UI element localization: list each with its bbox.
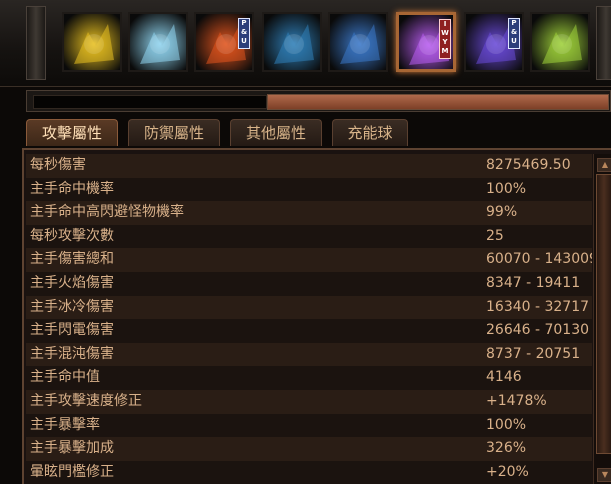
stat-value: 100% bbox=[486, 416, 527, 433]
stat-label: 主手傷害總和 bbox=[30, 251, 114, 268]
skill-lightning-figure-icon[interactable] bbox=[62, 12, 122, 72]
stat-value: +20% bbox=[486, 463, 529, 480]
stat-row: 主手傷害總和 60070 - 143009 bbox=[26, 248, 592, 272]
skill-bar: P & UI W Y MP & U bbox=[0, 0, 611, 87]
stat-row: 每秒攻擊次數 25 bbox=[26, 224, 592, 249]
stat-row: 主手暴擊加成 326% bbox=[26, 437, 592, 461]
stat-label: 每秒攻擊次數 bbox=[30, 227, 114, 244]
stat-value: 26646 - 70130 bbox=[486, 322, 590, 339]
skill-green-strike-icon[interactable] bbox=[530, 12, 590, 72]
stat-value: 100% bbox=[486, 180, 527, 197]
progress-track bbox=[267, 94, 609, 110]
stat-row: 主手攻擊速度修正 +1478% bbox=[26, 389, 592, 414]
stats-list: 每秒傷害 8275469.50 主手命中機率 100% 主手命中高閃避怪物機率 99% 每秒… bbox=[26, 154, 592, 484]
stat-label: 主手暴擊加成 bbox=[30, 440, 114, 457]
stat-row: 主手命中高閃避怪物機率 99% bbox=[26, 201, 592, 225]
scroll-down-arrow-icon[interactable]: ▼ bbox=[597, 468, 611, 482]
stat-label: 暈眩門檻修正 bbox=[30, 463, 114, 480]
stat-label: 主手閃電傷害 bbox=[30, 322, 114, 339]
scrollbar[interactable]: ▲ ▼ bbox=[593, 154, 611, 484]
tab-attack[interactable]: 攻擊屬性 bbox=[26, 119, 118, 146]
skill-bar-left-ornament bbox=[26, 6, 46, 80]
stat-row: 主手混沌傷害 8737 - 20751 bbox=[26, 342, 592, 367]
progress-left-slot bbox=[33, 95, 267, 109]
stat-row: 主手閃電傷害 26646 - 70130 bbox=[26, 319, 592, 343]
stat-row: 主手暴擊率 100% bbox=[26, 413, 592, 438]
skill-blue-hand-icon[interactable] bbox=[328, 12, 388, 72]
stat-value: 4146 bbox=[486, 369, 522, 386]
stat-value: 16340 - 32717 bbox=[486, 298, 590, 315]
stat-value: 8737 - 20751 bbox=[486, 345, 581, 362]
skill-fire-dance-icon[interactable]: P & U bbox=[194, 12, 254, 72]
stat-row: 主手冰冷傷害 16340 - 32717 bbox=[26, 295, 592, 320]
stat-value: 60070 - 143009 bbox=[486, 251, 592, 268]
stat-label: 主手火焰傷害 bbox=[30, 274, 114, 291]
skill-tag-badge: P & U bbox=[508, 18, 520, 49]
stat-label: 主手暴擊率 bbox=[30, 416, 100, 433]
stat-label: 主手混沌傷害 bbox=[30, 345, 114, 362]
stat-row: 暈眩門檻修正 +20% bbox=[26, 460, 592, 484]
progress-fill bbox=[268, 95, 608, 109]
stat-value: 8275469.50 bbox=[486, 157, 571, 173]
tab-defense[interactable]: 防禦屬性 bbox=[128, 119, 220, 146]
skill-ice-figure-icon[interactable] bbox=[128, 12, 188, 72]
stats-panel: 每秒傷害 8275469.50 主手命中機率 100% 主手命中高閃避怪物機率 99% 每秒… bbox=[22, 148, 611, 484]
skill-tag-badge: I W Y M bbox=[439, 19, 451, 59]
stat-row: 每秒傷害 8275469.50 bbox=[26, 154, 592, 178]
stat-label: 主手冰冷傷害 bbox=[30, 298, 114, 315]
skill-tag-badge: P & U bbox=[238, 18, 250, 49]
stat-label: 每秒傷害 bbox=[30, 157, 86, 173]
skill-frost-orb-icon[interactable] bbox=[262, 12, 322, 72]
tab-charges[interactable]: 充能球 bbox=[332, 119, 408, 146]
stat-row: 主手命中機率 100% bbox=[26, 177, 592, 202]
stat-value: 99% bbox=[486, 204, 518, 221]
scroll-thumb[interactable] bbox=[596, 174, 611, 454]
experience-bar bbox=[26, 90, 611, 112]
stat-label: 主手命中值 bbox=[30, 369, 100, 386]
skill-bar-right-ornament bbox=[596, 6, 611, 80]
stat-label: 主手命中高閃避怪物機率 bbox=[30, 204, 184, 221]
skill-storm-figure-icon[interactable]: P & U bbox=[464, 12, 524, 72]
skill-purple-lightning-icon[interactable]: I W Y M bbox=[396, 12, 456, 72]
stat-value: 326% bbox=[486, 440, 527, 457]
stat-label: 主手命中機率 bbox=[30, 180, 114, 197]
stat-row: 主手命中值 4146 bbox=[26, 366, 592, 390]
stat-value: 25 bbox=[486, 227, 504, 244]
stat-label: 主手攻擊速度修正 bbox=[30, 392, 142, 409]
stat-row: 主手火焰傷害 8347 - 19411 bbox=[26, 271, 592, 296]
scroll-up-arrow-icon[interactable]: ▲ bbox=[597, 158, 611, 172]
stat-value: 8347 - 19411 bbox=[486, 274, 581, 291]
tab-other[interactable]: 其他屬性 bbox=[230, 119, 322, 146]
stat-value: +1478% bbox=[486, 392, 547, 409]
